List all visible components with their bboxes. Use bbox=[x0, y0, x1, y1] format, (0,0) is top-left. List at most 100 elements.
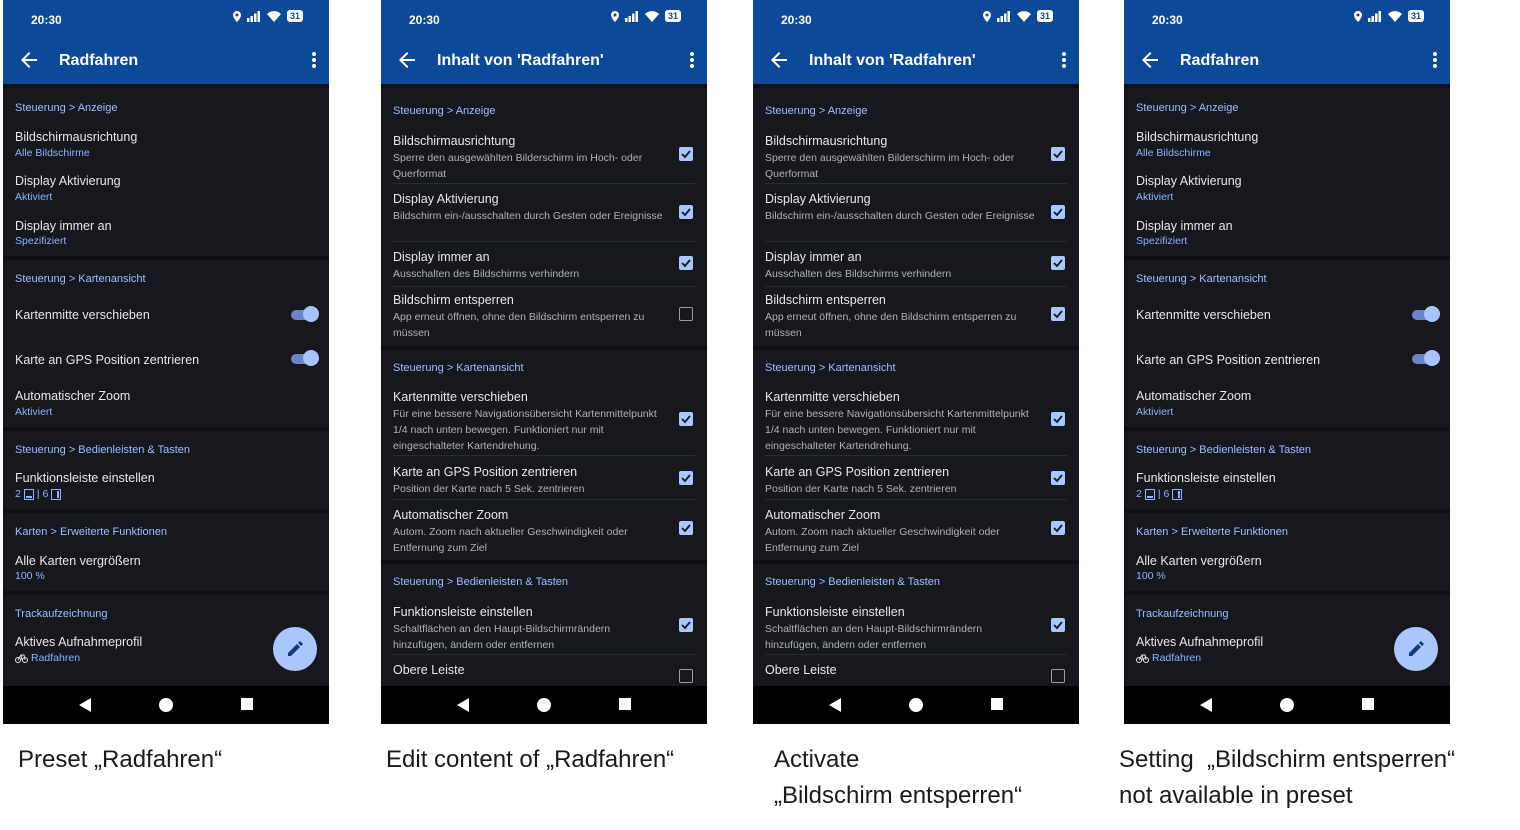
checkbox-checked[interactable] bbox=[679, 205, 693, 219]
divider bbox=[393, 241, 695, 242]
section-header: Steuerung > Kartenansicht bbox=[765, 362, 896, 374]
bicycle-icon bbox=[1136, 654, 1149, 663]
setting-title: Display Aktivierung bbox=[15, 174, 121, 188]
more-options-icon[interactable] bbox=[311, 48, 317, 72]
profile-name: Radfahren bbox=[31, 652, 81, 664]
item-description: Autom. Zoom nach aktueller Geschwindigke… bbox=[393, 526, 628, 554]
item-title: Kartenmitte verschieben bbox=[765, 390, 900, 404]
checkbox-checked[interactable] bbox=[679, 412, 693, 426]
divider bbox=[765, 241, 1067, 242]
checkbox-checked[interactable] bbox=[679, 147, 693, 161]
setting-title: Aktives Aufnahmeprofil bbox=[1136, 635, 1264, 649]
system-nav-bar bbox=[381, 686, 707, 724]
nav-recents-icon[interactable] bbox=[241, 698, 253, 710]
page-title: Radfahren bbox=[1180, 52, 1260, 69]
system-nav-bar bbox=[1124, 686, 1450, 724]
top-app-bar: 20:30 31 Radfahren bbox=[3, 0, 329, 84]
nav-back-icon[interactable] bbox=[79, 698, 91, 712]
checkbox-checked[interactable] bbox=[1051, 205, 1065, 219]
section-header: Steuerung > Anzeige bbox=[15, 102, 118, 114]
edit-fab-button[interactable] bbox=[1394, 627, 1438, 671]
checkbox-checked[interactable] bbox=[1051, 618, 1065, 632]
battery-icon: 31 bbox=[1036, 10, 1053, 22]
nav-home-icon[interactable] bbox=[537, 698, 551, 712]
app-bar: Inhalt von 'Radfahren' bbox=[753, 38, 1079, 84]
nav-recents-icon[interactable] bbox=[619, 698, 631, 710]
toggle-switch[interactable] bbox=[291, 306, 319, 323]
section-separator bbox=[381, 84, 707, 88]
caption-line: „Bildschirm entsperren“ bbox=[774, 782, 1023, 809]
checkbox-checked[interactable] bbox=[1051, 307, 1065, 321]
setting-title: Display immer an bbox=[15, 219, 112, 233]
content-list: Steuerung > Anzeige Bildschirmausrichtun… bbox=[381, 84, 707, 686]
section-header: Steuerung > Bedienleisten & Tasten bbox=[393, 576, 569, 588]
toggle-switch[interactable] bbox=[1412, 306, 1440, 323]
nav-back-icon[interactable] bbox=[1200, 698, 1212, 712]
nav-back-icon[interactable] bbox=[457, 698, 469, 712]
section-header: Karten > Erweiterte Funktionen bbox=[1136, 526, 1288, 538]
nav-home-icon[interactable] bbox=[909, 698, 923, 712]
checkbox-checked[interactable] bbox=[1051, 256, 1065, 270]
checkbox-checked[interactable] bbox=[679, 471, 693, 485]
setting-title: Funktionsleiste einstellen bbox=[1136, 471, 1276, 485]
item-title: Display Aktivierung bbox=[393, 192, 499, 206]
item-description: Position der Karte nach 5 Sek. zentriere… bbox=[765, 483, 957, 495]
wifi-icon bbox=[266, 10, 281, 22]
checkbox-checked[interactable] bbox=[1051, 147, 1065, 161]
toggle-switch[interactable] bbox=[1412, 350, 1440, 367]
edit-fab-button[interactable] bbox=[273, 627, 317, 671]
more-options-icon[interactable] bbox=[689, 48, 695, 72]
checkbox-checked[interactable] bbox=[1051, 521, 1065, 535]
setting-value: 2 | 6 bbox=[1136, 488, 1183, 500]
section-separator bbox=[3, 591, 329, 595]
toggle-switch[interactable] bbox=[291, 350, 319, 367]
setting-value: Radfahren bbox=[15, 652, 80, 664]
checkbox-checked[interactable] bbox=[679, 521, 693, 535]
back-arrow-icon[interactable] bbox=[767, 48, 791, 72]
checkbox-checked[interactable] bbox=[679, 256, 693, 270]
toggle-knob bbox=[1424, 350, 1440, 366]
checkbox-checked[interactable] bbox=[1051, 412, 1065, 426]
section-separator bbox=[381, 560, 707, 564]
checkbox-checked[interactable] bbox=[1051, 471, 1065, 485]
item-description: Für eine bessere Navigationsübersicht Ka… bbox=[393, 408, 657, 452]
setting-title: Karte an GPS Position zentrieren bbox=[1136, 353, 1321, 367]
setting-value: Alle Bildschirme bbox=[15, 147, 90, 159]
app-bar: Inhalt von 'Radfahren' bbox=[381, 38, 707, 84]
panel-edit-content: 20:30 31 Inhalt von 'Radfahren' Steuerun… bbox=[381, 0, 707, 724]
toolbar-count-a: 2 bbox=[15, 488, 21, 500]
location-icon bbox=[982, 10, 991, 22]
more-options-icon[interactable] bbox=[1061, 48, 1067, 72]
status-time: 20:30 bbox=[409, 13, 440, 27]
screen-bottom-icon bbox=[23, 488, 34, 500]
setting-title: Funktionsleiste einstellen bbox=[15, 471, 155, 485]
item-description: Für eine bessere Navigationsübersicht Ka… bbox=[765, 408, 1029, 452]
top-app-bar: 20:30 31 Radfahren bbox=[1124, 0, 1450, 84]
nav-back-icon[interactable] bbox=[829, 698, 841, 712]
item-title: Display immer an bbox=[765, 250, 862, 264]
caption-activate: Activate „Bildschirm entsperren“ bbox=[774, 742, 1022, 814]
nav-home-icon[interactable] bbox=[1280, 698, 1294, 712]
nav-recents-icon[interactable] bbox=[991, 698, 1003, 710]
setting-title: Automatischer Zoom bbox=[15, 389, 131, 403]
caption-line: Activate bbox=[774, 746, 860, 773]
back-arrow-icon[interactable] bbox=[1138, 48, 1162, 72]
signal-icon bbox=[1367, 10, 1381, 22]
back-arrow-icon[interactable] bbox=[395, 48, 419, 72]
panel-preset: 20:30 31 Radfahren Steuerung > Anzeige B… bbox=[3, 0, 329, 724]
checkbox-unchecked[interactable] bbox=[679, 307, 693, 321]
checkbox-unchecked[interactable] bbox=[679, 669, 693, 683]
nav-recents-icon[interactable] bbox=[1362, 698, 1374, 710]
section-separator bbox=[753, 84, 1079, 88]
checkbox-checked[interactable] bbox=[679, 618, 693, 632]
screen-side-icon bbox=[51, 488, 62, 500]
nav-home-icon[interactable] bbox=[159, 698, 173, 712]
setting-value: 2 | 6 bbox=[15, 488, 62, 500]
checkbox-unchecked[interactable] bbox=[1051, 669, 1065, 683]
divider bbox=[765, 654, 1067, 655]
status-time: 20:30 bbox=[781, 13, 812, 27]
screen-side-icon bbox=[1172, 488, 1183, 500]
battery-icon: 31 bbox=[1407, 10, 1424, 22]
more-options-icon[interactable] bbox=[1432, 48, 1438, 72]
back-arrow-icon[interactable] bbox=[17, 48, 41, 72]
